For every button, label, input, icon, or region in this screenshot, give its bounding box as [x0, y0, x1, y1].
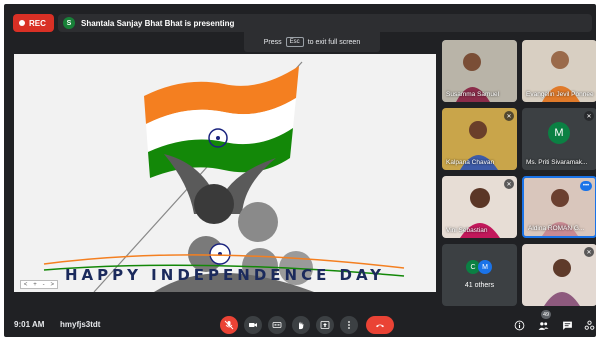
recording-indicator: REC: [13, 14, 54, 32]
people-button[interactable]: [536, 318, 550, 332]
people-icon: [538, 321, 548, 330]
presentation-screen[interactable]: HAPPY INDEPENDENCE DAY < + - >: [14, 54, 436, 292]
leave-call-button[interactable]: [366, 316, 394, 334]
mic-off-icon: ✕: [504, 111, 514, 121]
mic-off-icon: ✕: [504, 179, 514, 189]
slide-title: HAPPY INDEPENDENCE DAY: [64, 266, 386, 284]
presenting-banner: S Shantala Sanjay Bhat Bhat is presentin…: [58, 14, 592, 32]
participant-name: Vini Sebastian: [446, 227, 488, 234]
camera-icon: [249, 323, 257, 327]
captions-icon: [272, 322, 282, 328]
record-dot-icon: [19, 20, 25, 26]
people-count-badge: 49: [541, 310, 552, 319]
meeting-time: 9:01 AM: [14, 320, 45, 329]
fullscreen-tip-after: to exit full screen: [307, 38, 361, 46]
participant-name: Susamma Samuel: [446, 91, 500, 98]
slide-zoom-out-button[interactable]: -: [43, 282, 45, 288]
others-tile[interactable]: C M 41 others: [442, 244, 517, 306]
present-icon: [320, 321, 330, 329]
mic-off-icon: [224, 320, 234, 330]
mic-off-icon: ✕: [584, 247, 594, 257]
participant-tile[interactable]: ✕: [522, 244, 596, 306]
fullscreen-tip: Press Esc to exit full screen: [244, 32, 380, 52]
slide-controls[interactable]: < + - >: [20, 280, 58, 289]
participant-tile[interactable]: M ✕ Ms. Priti Sivaramak...: [522, 108, 596, 170]
info-icon: [514, 320, 524, 330]
independence-day-artwork: [43, 61, 405, 292]
more-options-button[interactable]: [340, 316, 358, 334]
mic-toggle-button[interactable]: [220, 316, 238, 334]
more-icon: [348, 321, 350, 329]
present-button[interactable]: [316, 316, 334, 334]
others-avatar: M: [478, 260, 492, 274]
participant-name: Kalpana Chavan: [446, 159, 495, 166]
captions-button[interactable]: [268, 316, 286, 334]
slide-next-button[interactable]: >: [51, 282, 55, 288]
meeting-code[interactable]: hmyfjs3tdt: [60, 320, 100, 329]
meet-window: REC S Shantala Sanjay Bhat Bhat is prese…: [4, 4, 596, 337]
slide-zoom-in-button[interactable]: +: [33, 282, 37, 288]
others-label: 41 others: [464, 282, 495, 289]
esc-key: Esc: [285, 37, 304, 47]
presenter-avatar: S: [63, 17, 75, 29]
speaking-indicator-icon: •••: [580, 181, 592, 191]
participant-avatar: M: [548, 122, 570, 144]
activities-icon: [584, 320, 594, 330]
camera-toggle-button[interactable]: [244, 316, 262, 334]
activities-button[interactable]: [582, 318, 596, 332]
participant-name: Aldina ROMAN G...: [528, 225, 585, 232]
participant-tile[interactable]: Susamma Samuel: [442, 40, 517, 102]
meeting-details-button[interactable]: [512, 318, 526, 332]
raise-hand-icon: [299, 321, 304, 330]
mic-off-icon: ✕: [584, 111, 594, 121]
participant-tile[interactable]: ✕ Kalpana Chavan: [442, 108, 517, 170]
participant-tile-speaking[interactable]: ••• Aldina ROMAN G...: [522, 176, 596, 238]
participant-tile[interactable]: ✕ Vini Sebastian: [442, 176, 517, 238]
raise-hand-button[interactable]: [292, 316, 310, 334]
participant-name: Evangelin Jevil Ponnee: [526, 91, 594, 98]
participant-name: Ms. Priti Sivaramak...: [526, 159, 588, 166]
participant-tile[interactable]: Evangelin Jevil Ponnee: [522, 40, 596, 102]
slide-prev-button[interactable]: <: [24, 282, 28, 288]
recording-label: REC: [29, 18, 46, 28]
chat-button[interactable]: [560, 318, 574, 332]
presenting-text: Shantala Sanjay Bhat Bhat is presenting: [81, 18, 235, 28]
hangup-icon: [376, 324, 384, 328]
fullscreen-tip-before: Press: [263, 38, 282, 46]
chat-icon: [562, 321, 572, 330]
